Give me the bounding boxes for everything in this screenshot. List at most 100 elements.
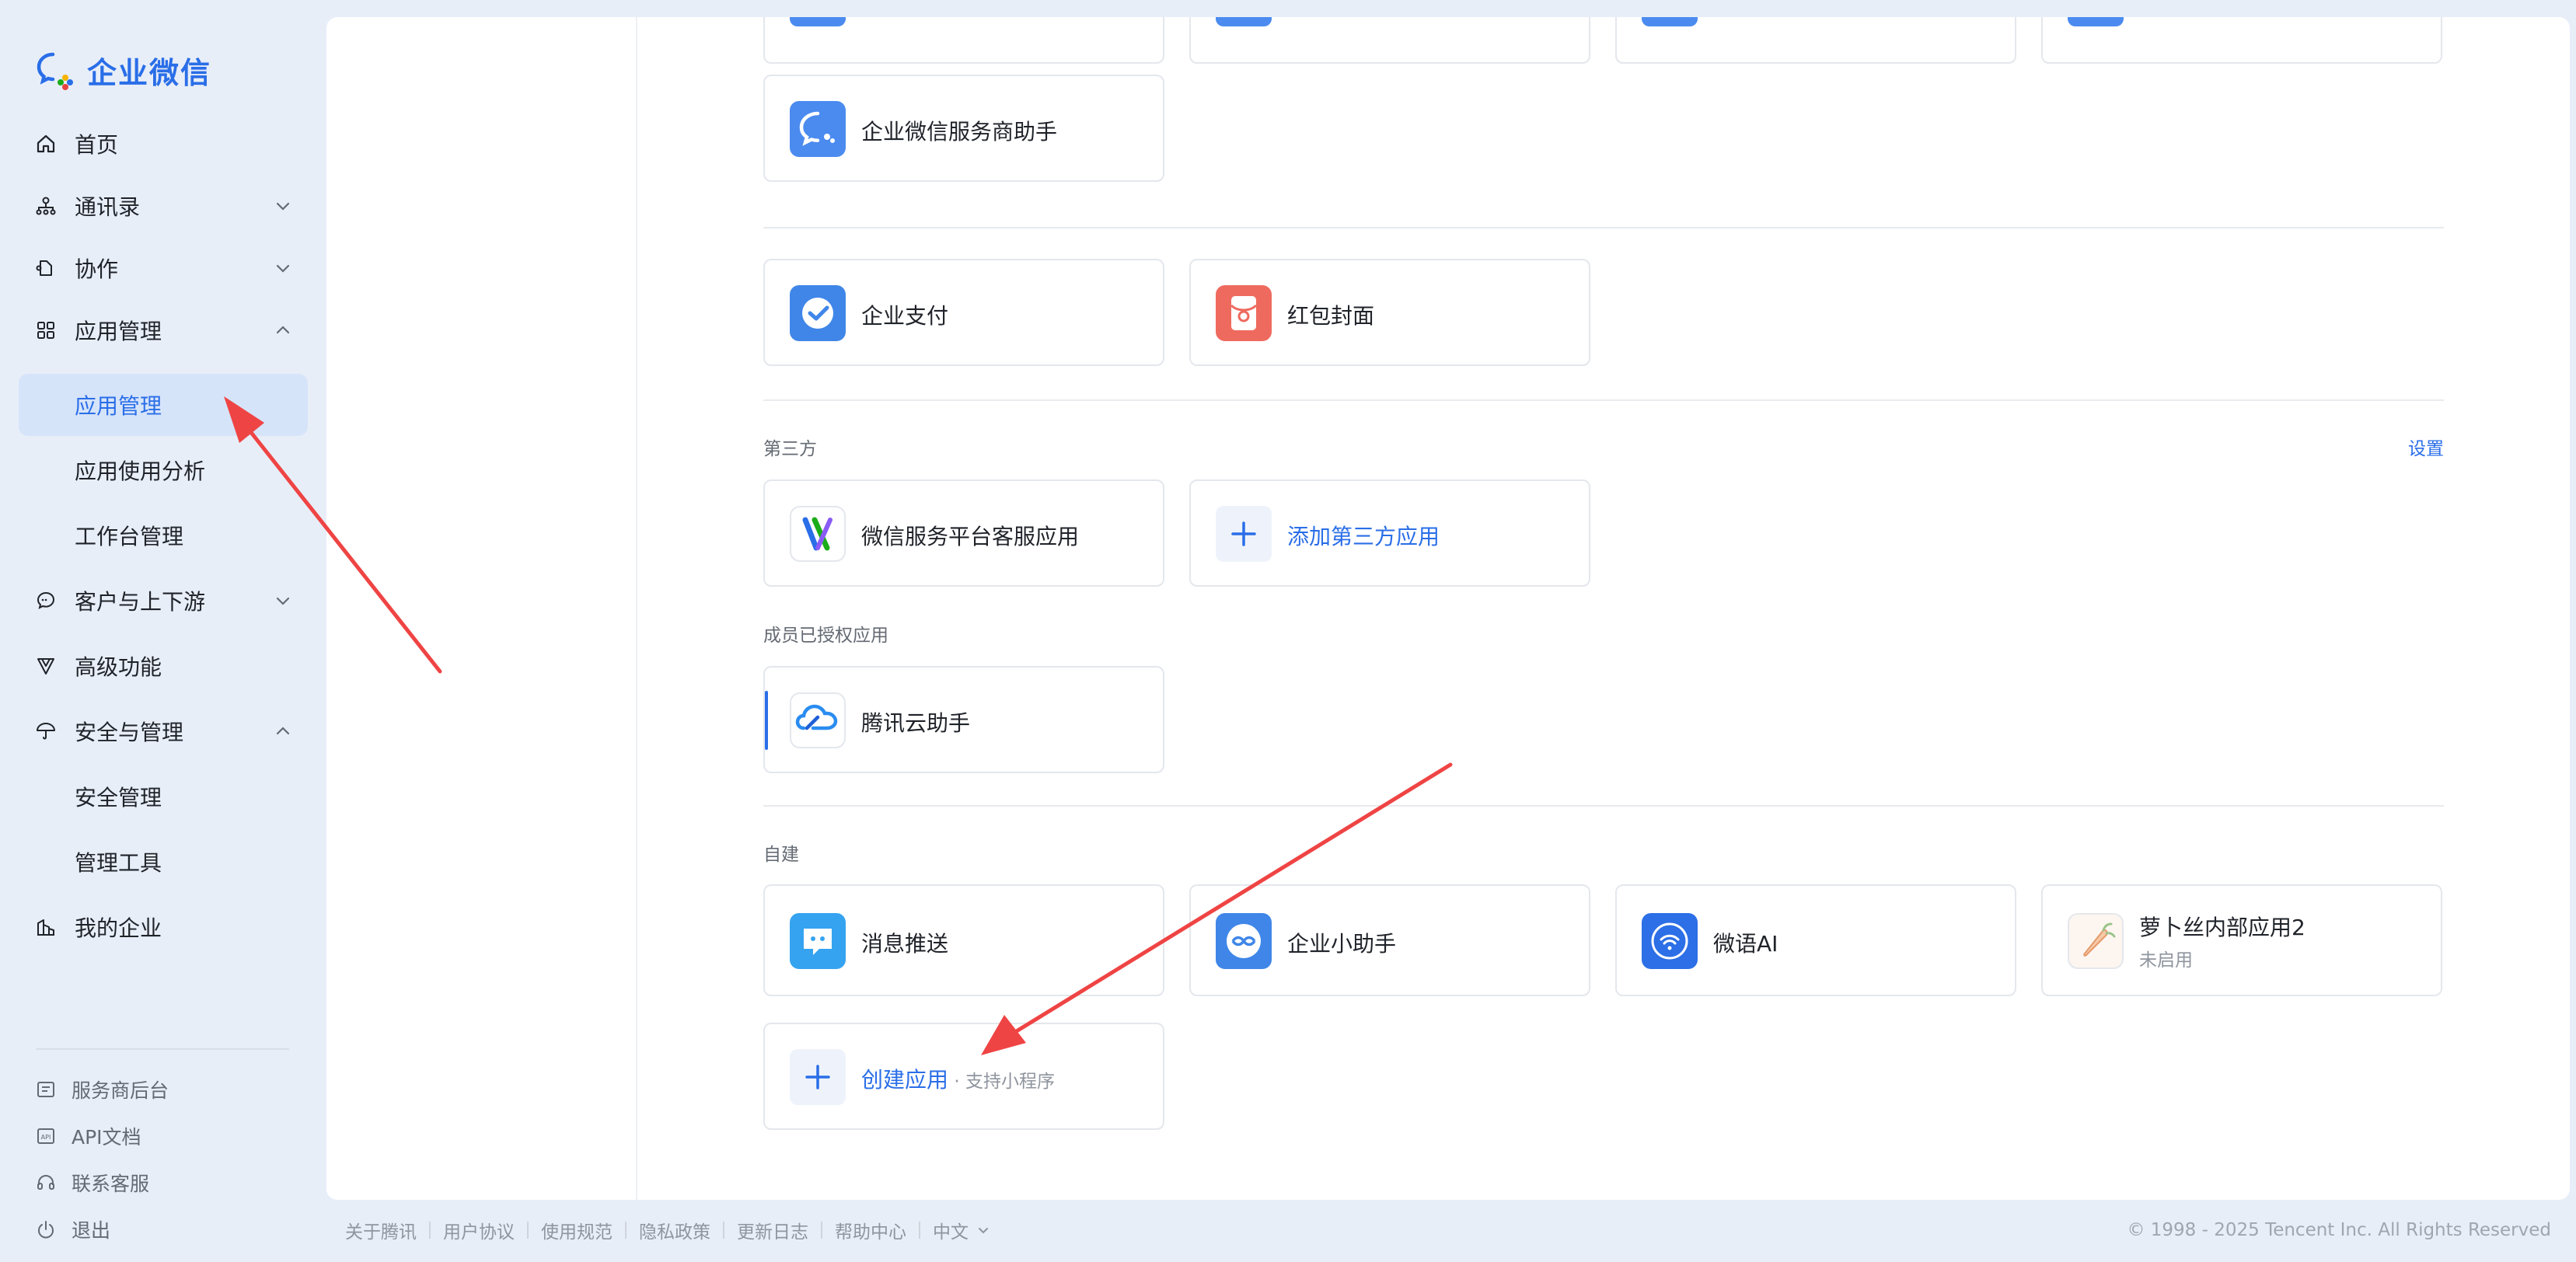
create-app-sub: · 支持小程序 bbox=[948, 1072, 1055, 1092]
sidebar-item-label: 管理工具 bbox=[75, 850, 162, 876]
power-icon bbox=[36, 1219, 56, 1239]
sidebar-item-label: 首页 bbox=[75, 132, 119, 158]
app-card-wecom-provider-assistant[interactable]: 企业微信服务商助手 bbox=[763, 75, 1164, 182]
sidebar-item-label: 客户与上下游 bbox=[75, 589, 206, 615]
footer-link-privacy[interactable]: 隐私政策 bbox=[639, 1217, 710, 1243]
service-platform-icon bbox=[790, 506, 846, 562]
sidebar-item-label: 安全与管理 bbox=[75, 720, 184, 745]
create-app-text: 创建应用 bbox=[861, 1067, 949, 1093]
bottom-link-label: 联系客服 bbox=[72, 1173, 150, 1195]
sidebar-item-label: 我的企业 bbox=[75, 915, 162, 941]
bottom-link-api-doc[interactable]: API API文档 bbox=[36, 1121, 141, 1152]
copyright: © 1998 - 2025 Tencent Inc. All Rights Re… bbox=[2127, 1220, 2551, 1240]
chevron-down-icon[interactable] bbox=[274, 591, 292, 610]
app-card-red-envelope-cover[interactable]: 红包封面 bbox=[1189, 259, 1590, 366]
app-card-message-push[interactable]: 消息推送 bbox=[763, 884, 1164, 996]
sidebar-item-customers[interactable]: 客户与上下游 bbox=[19, 570, 308, 632]
sidebar-item-my-company[interactable]: 我的企业 bbox=[19, 896, 308, 958]
sidebar-item-advanced[interactable]: 高级功能 bbox=[19, 635, 308, 697]
sidebar-item-security[interactable]: 安全与管理 bbox=[19, 700, 308, 762]
app-name: 企业微信服务商助手 bbox=[861, 119, 1058, 145]
plus-icon bbox=[1216, 506, 1272, 562]
app-card-partial[interactable] bbox=[2041, 17, 2442, 64]
app-name: 企业小助手 bbox=[1287, 931, 1397, 957]
app-card-partial[interactable] bbox=[1189, 17, 1590, 64]
home-icon bbox=[36, 134, 56, 154]
sidebar-item-collaboration[interactable]: 协作 bbox=[19, 237, 308, 299]
app-card-partial[interactable] bbox=[763, 17, 1164, 64]
app-card-partial[interactable] bbox=[1615, 17, 2016, 64]
sidebar-item-label: 工作台管理 bbox=[75, 524, 184, 549]
footer-separator bbox=[625, 1222, 627, 1239]
app-card-luobosi-internal[interactable]: 萝卜丝内部应用2 未启用 bbox=[2041, 884, 2442, 996]
advanced-icon bbox=[36, 656, 56, 676]
app-name: 萝卜丝内部应用2 bbox=[2139, 915, 2305, 940]
plus-icon bbox=[790, 1049, 846, 1105]
footer-separator bbox=[919, 1222, 920, 1239]
add-third-party-app-card[interactable]: 添加第三方应用 bbox=[1189, 479, 1590, 587]
sidebar-item-label: 通讯录 bbox=[75, 194, 141, 220]
headset-icon bbox=[36, 1173, 56, 1193]
section-divider bbox=[763, 227, 2444, 228]
footer-link-rules[interactable]: 使用规范 bbox=[541, 1217, 613, 1243]
sidebar-item-contacts[interactable]: 通讯录 bbox=[19, 175, 308, 237]
svg-text:API: API bbox=[41, 1134, 51, 1141]
chevron-down-icon[interactable] bbox=[274, 259, 292, 277]
sidebar-subitem-app-usage-analysis[interactable]: 应用使用分析 bbox=[19, 439, 308, 501]
payment-check-icon bbox=[790, 285, 846, 341]
section-title-authorized: 成员已授权应用 bbox=[763, 626, 888, 646]
app-name: 消息推送 bbox=[861, 931, 949, 957]
chevron-up-icon[interactable] bbox=[274, 722, 292, 741]
language-selector[interactable]: 中文 bbox=[933, 1217, 969, 1243]
section-title-custom: 自建 bbox=[763, 845, 799, 865]
wecom-logo-icon bbox=[37, 52, 73, 90]
app-card-enterprise-assistant[interactable]: 企业小助手 bbox=[1189, 884, 1590, 996]
section-divider bbox=[763, 399, 2444, 401]
footer-separator bbox=[527, 1222, 529, 1239]
chevron-down-icon[interactable] bbox=[976, 1223, 990, 1237]
chat-bubble-icon bbox=[36, 591, 56, 611]
footer-link-changelog[interactable]: 更新日志 bbox=[737, 1217, 808, 1243]
chevron-up-icon[interactable] bbox=[274, 321, 292, 340]
footer-link-terms[interactable]: 用户协议 bbox=[443, 1217, 515, 1243]
third-party-settings-link[interactable]: 设置 bbox=[2408, 434, 2444, 460]
sidebar-item-label: 应用使用分析 bbox=[75, 458, 206, 484]
red-envelope-icon bbox=[1216, 285, 1272, 341]
bottom-link-support[interactable]: 联系客服 bbox=[36, 1167, 149, 1198]
bottom-link-logout[interactable]: 退出 bbox=[36, 1214, 110, 1245]
sidebar-divider bbox=[36, 1048, 289, 1050]
sidebar-subitem-management-tools[interactable]: 管理工具 bbox=[19, 831, 308, 893]
app-name: 微信服务平台客服应用 bbox=[861, 524, 1080, 549]
sidebar-item-app-management[interactable]: 应用管理 bbox=[19, 299, 308, 361]
create-app-card[interactable]: 创建应用 · 支持小程序 bbox=[763, 1023, 1164, 1130]
brand-name: 企业微信 bbox=[87, 55, 212, 90]
sidebar-subitem-app-management[interactable]: 应用管理 bbox=[19, 374, 308, 436]
tencent-cloud-icon bbox=[790, 692, 846, 748]
api-doc-icon: API bbox=[36, 1126, 56, 1146]
app-name: 微语AI bbox=[1713, 931, 1778, 957]
sidebar-item-home[interactable]: 首页 bbox=[19, 113, 308, 175]
bottom-link-provider[interactable]: 服务商后台 bbox=[36, 1074, 169, 1105]
app-card-enterprise-payment[interactable]: 企业支付 bbox=[763, 259, 1164, 366]
app-card-weiyu-ai[interactable]: 微语AI bbox=[1615, 884, 2016, 996]
footer-link-help[interactable]: 帮助中心 bbox=[835, 1217, 906, 1243]
app-card-tencent-cloud-assistant[interactable]: 腾讯云助手 bbox=[763, 666, 1164, 773]
wecom-chat-icon bbox=[790, 101, 846, 157]
sidebar-subitem-security-management[interactable]: 安全管理 bbox=[19, 765, 308, 828]
app-name: 红包封面 bbox=[1287, 303, 1375, 329]
app-card-wechat-service-platform[interactable]: 微信服务平台客服应用 bbox=[763, 479, 1164, 587]
brand-logo[interactable]: 企业微信 bbox=[34, 48, 211, 92]
section-divider bbox=[763, 805, 2444, 807]
bottom-link-label: 退出 bbox=[72, 1219, 111, 1242]
message-push-icon bbox=[790, 913, 846, 969]
footer-links: 关于腾讯 用户协议 使用规范 隐私政策 更新日志 帮助中心 中文 bbox=[345, 1217, 990, 1243]
bottom-link-label: 服务商后台 bbox=[72, 1079, 169, 1102]
sidebar-item-label: 安全管理 bbox=[75, 785, 162, 811]
chevron-down-icon[interactable] bbox=[274, 197, 292, 215]
app-icon-partial bbox=[1642, 17, 1698, 26]
app-name: 腾讯云助手 bbox=[861, 710, 971, 736]
footer-link-about[interactable]: 关于腾讯 bbox=[345, 1217, 417, 1243]
sidebar-subitem-workbench-management[interactable]: 工作台管理 bbox=[19, 504, 308, 567]
app-name: 企业支付 bbox=[861, 303, 949, 329]
umbrella-icon bbox=[36, 721, 56, 741]
